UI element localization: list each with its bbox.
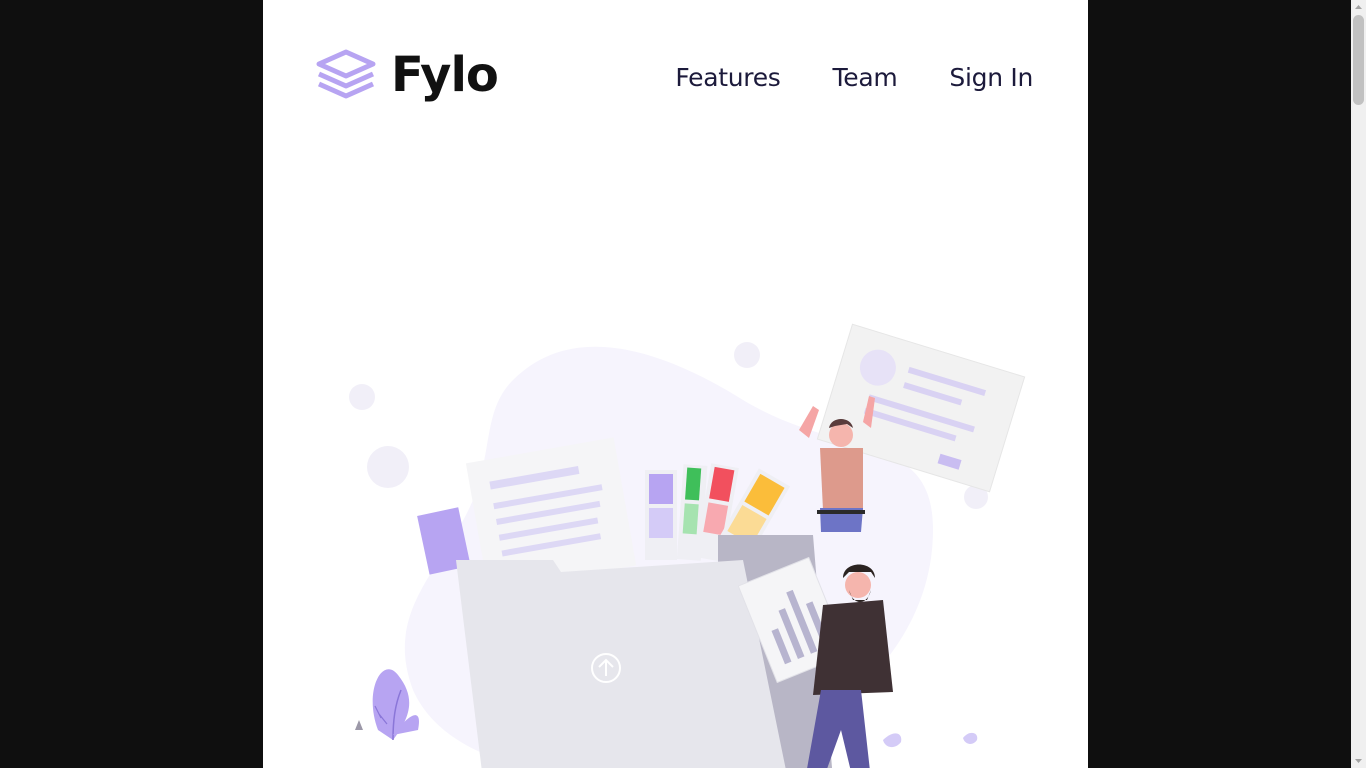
scroll-down-arrow-icon[interactable] — [1351, 753, 1366, 768]
folder-front — [456, 560, 786, 768]
scroll-up-arrow-icon[interactable] — [1351, 0, 1366, 15]
vertical-scrollbar[interactable] — [1351, 0, 1366, 768]
nav-team-link[interactable]: Team — [833, 62, 898, 94]
main-nav: Features Team Sign In — [675, 62, 1033, 94]
plant-decoration — [355, 669, 419, 741]
layers-logo-icon — [316, 49, 376, 99]
nav-features-link[interactable]: Features — [675, 62, 780, 94]
scrollbar-thumb[interactable] — [1353, 15, 1364, 105]
decor-circle — [734, 342, 760, 368]
browser-viewport: Fylo Features Team Sign In — [0, 0, 1366, 768]
hero-illustration — [323, 310, 1043, 768]
leaf-decoration — [963, 732, 978, 744]
site-header: Fylo Features Team Sign In — [263, 0, 1088, 160]
decor-circle — [367, 446, 409, 488]
logo-link[interactable]: Fylo — [315, 46, 499, 104]
nav-signin-link[interactable]: Sign In — [949, 62, 1033, 94]
decor-circle — [349, 384, 375, 410]
leaf-decoration — [883, 733, 902, 748]
brand-name: Fylo — [391, 47, 499, 103]
file-upload-illustration — [349, 323, 1026, 768]
landing-page: Fylo Features Team Sign In — [263, 0, 1088, 768]
